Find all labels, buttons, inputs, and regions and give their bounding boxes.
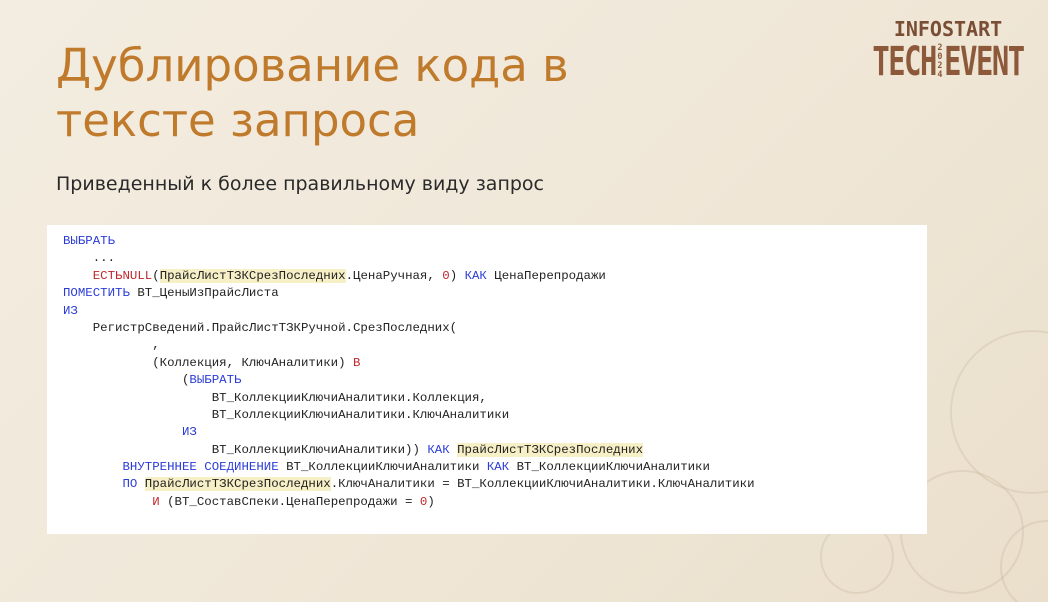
logo-brand-text: INFOSTART	[893, 17, 1003, 41]
logo-tech-text: TECH	[872, 39, 937, 85]
code-line: И (ВТ_СоставСпеки.ЦенаПерепродажи = 0)	[152, 494, 435, 509]
code-line: (Коллекция, КлючАналитики) В	[63, 355, 361, 370]
code-line: ПОМЕСТИТЬ ВТ_ЦеныИзПрайсЛиста	[63, 286, 279, 301]
slide: Дублирование кода в тексте запроса Приве…	[0, 0, 1048, 602]
slide-subtitle: Приведенный к более правильному виду зап…	[56, 173, 545, 195]
query-code: ВЫБРАТЬ ... ЕСТЬNULL(ПрайсЛистТЗКСрезПос…	[63, 233, 755, 511]
code-line: ВНУТРЕННЕЕ СОЕДИНЕНИЕ ВТ_КоллекцииКлючиА…	[122, 460, 710, 475]
code-line: ВТ_КоллекцииКлючиАналитики.КлючАналитики	[63, 407, 510, 422]
slide-title-line1: Дублирование кода в	[56, 39, 569, 92]
code-line: РегистрСведений.ПрайсЛистТЗКРучной.СрезП…	[63, 320, 458, 335]
code-line: ИЗ	[63, 303, 78, 318]
slide-title-line2: тексте запроса	[56, 94, 420, 147]
code-line: (ВЫБРАТЬ	[63, 373, 242, 388]
infostart-tech-event-logo: INFOSTART TECH 2 0 2 4 EVENT	[872, 17, 1025, 85]
slide-title: Дублирование кода в тексте запроса	[56, 38, 756, 148]
code-line: ,	[63, 338, 160, 353]
code-line: ЕСТЬNULL(ПрайсЛистТЗКСрезПоследних.ЦенаР…	[92, 268, 606, 283]
code-line: ВЫБРАТЬ	[63, 234, 116, 248]
code-line: ПО ПрайсЛистТЗКСрезПоследних.КлючАналити…	[63, 477, 755, 492]
query-code-block: ВЫБРАТЬ ... ЕСТЬNULL(ПрайсЛистТЗКСрезПос…	[47, 225, 927, 534]
logo-event-text: TECH 2 0 2 4 EVENT	[872, 39, 1025, 85]
code-line: ВТ_КоллекцииКлючиАналитики)) КАК ПрайсЛи…	[63, 442, 643, 457]
code-line: ...	[63, 251, 116, 266]
code-line: ИЗ	[63, 425, 197, 440]
logo-event-word: EVENT	[944, 39, 1025, 85]
logo-year: 2 0 2 4	[938, 44, 943, 80]
logo-year-digit: 4	[937, 70, 943, 80]
code-line: ВТ_КоллекцииКлючиАналитики.Коллекция,	[63, 390, 487, 405]
